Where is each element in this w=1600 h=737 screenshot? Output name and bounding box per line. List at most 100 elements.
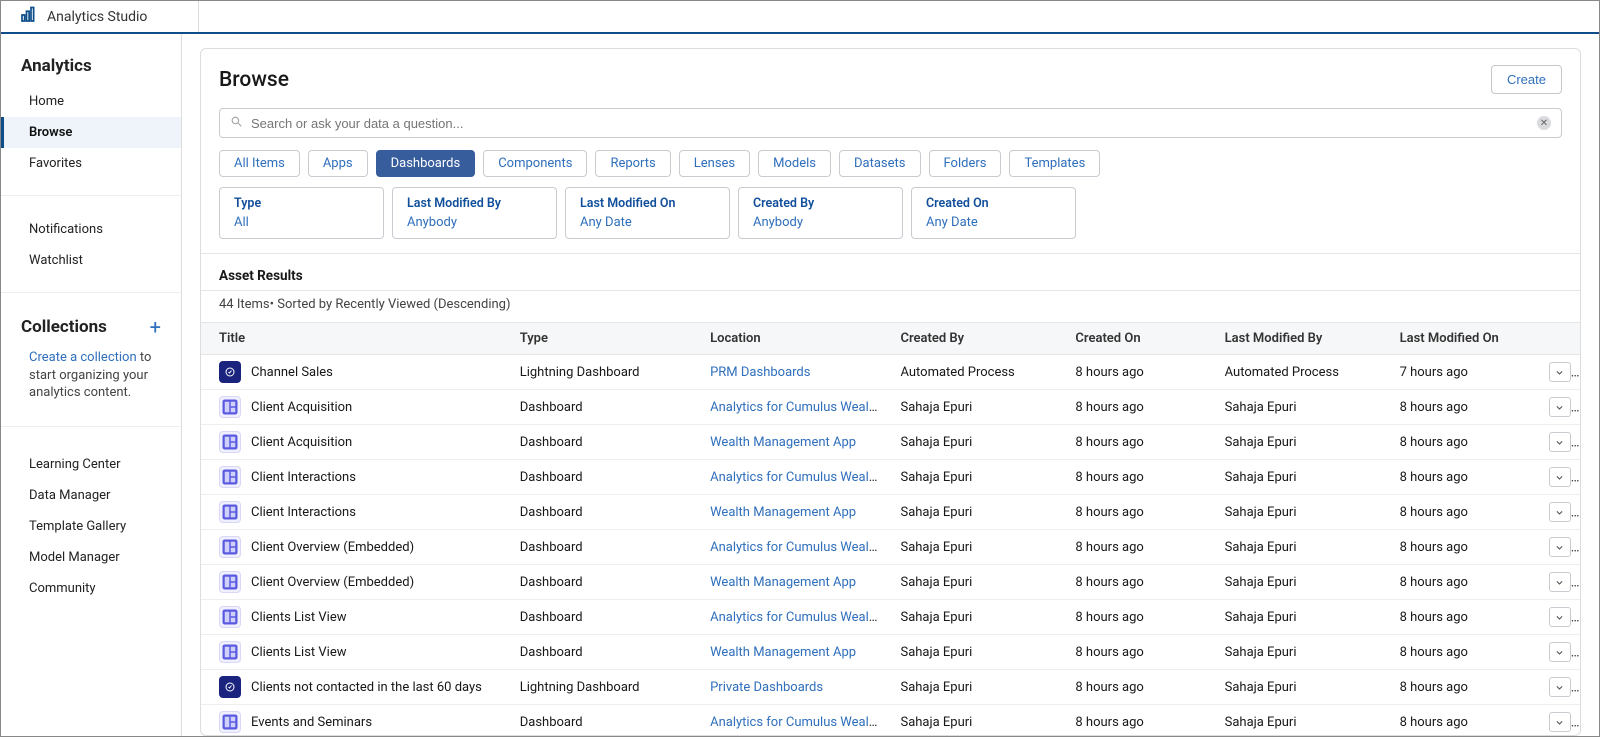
- row-actions-menu[interactable]: [1549, 432, 1571, 452]
- app-header: Analytics Studio: [1, 1, 1599, 34]
- filter-pill-components[interactable]: Components: [483, 150, 587, 177]
- search-icon: [230, 115, 251, 132]
- asset-results-header: Asset Results: [201, 254, 1580, 290]
- location-link[interactable]: Analytics for Cumulus Wealt...: [710, 610, 883, 625]
- dashboard-icon: [219, 641, 241, 663]
- row-actions-menu[interactable]: [1549, 467, 1571, 487]
- filter-pill-datasets[interactable]: Datasets: [839, 150, 921, 177]
- results-summary: 44 Items• Sorted by Recently Viewed (Des…: [201, 291, 1580, 322]
- row-actions-menu[interactable]: [1549, 607, 1571, 627]
- add-collection-icon[interactable]: +: [150, 315, 161, 339]
- dashboard-icon: [219, 606, 241, 628]
- location-link[interactable]: Wealth Management App: [710, 435, 856, 450]
- filter-pill-lenses[interactable]: Lenses: [679, 150, 750, 177]
- row-title: Clients not contacted in the last 60 day…: [251, 680, 482, 695]
- table-row[interactable]: Clients List ViewDashboardWealth Managem…: [201, 635, 1580, 670]
- location-link[interactable]: Wealth Management App: [710, 505, 856, 520]
- table-row[interactable]: Client AcquisitionDashboardWealth Manage…: [201, 425, 1580, 460]
- facet-created-by[interactable]: Created ByAnybody: [738, 187, 903, 239]
- sidebar-item-browse[interactable]: Browse: [1, 117, 181, 148]
- table-row[interactable]: Client Overview (Embedded)DashboardAnaly…: [201, 530, 1580, 565]
- sidebar-item-community[interactable]: Community: [1, 573, 181, 604]
- row-title: Client Interactions: [251, 470, 356, 485]
- filter-tabs: All Items Apps Dashboards Components Reports…: [201, 150, 1580, 187]
- location-link[interactable]: Analytics for Cumulus Wealt...: [710, 540, 883, 555]
- row-title: Client Acquisition: [251, 435, 352, 450]
- sidebar-item-home[interactable]: Home: [1, 86, 181, 117]
- facet-type[interactable]: TypeAll: [219, 187, 384, 239]
- table-row[interactable]: Client InteractionsDashboardAnalytics fo…: [201, 460, 1580, 495]
- results-table: TitleTypeLocationCreated ByCreated OnLas…: [201, 322, 1580, 735]
- row-title: Client Overview (Embedded): [251, 540, 414, 555]
- column-header-title[interactable]: Title: [201, 323, 510, 355]
- row-title: Events and Seminars: [251, 715, 372, 730]
- row-actions-menu[interactable]: [1549, 572, 1571, 592]
- column-header-type[interactable]: Type: [510, 323, 700, 355]
- row-actions-menu[interactable]: [1549, 642, 1571, 662]
- row-actions-menu[interactable]: [1549, 362, 1571, 382]
- row-title: Client Overview (Embedded): [251, 575, 414, 590]
- row-title: Clients List View: [251, 645, 347, 660]
- location-link[interactable]: Analytics for Cumulus Wealt...: [710, 400, 883, 415]
- dashboard-icon: [219, 571, 241, 593]
- dashboard-icon: [219, 396, 241, 418]
- row-actions-menu[interactable]: [1549, 397, 1571, 417]
- sidebar-item-notifications[interactable]: Notifications: [1, 214, 181, 245]
- page-title: Browse: [219, 68, 289, 92]
- location-link[interactable]: PRM Dashboards: [710, 365, 810, 380]
- table-row[interactable]: Client Overview (Embedded)DashboardWealt…: [201, 565, 1580, 600]
- column-header-last-modified-on[interactable]: Last Modified On: [1390, 323, 1539, 355]
- app-logo[interactable]: Analytics Studio: [19, 6, 147, 28]
- dashboard-icon: [219, 711, 241, 733]
- facet-last-modified-by[interactable]: Last Modified ByAnybody: [392, 187, 557, 239]
- location-link[interactable]: Wealth Management App: [710, 575, 856, 590]
- location-link[interactable]: Analytics for Cumulus Wealt...: [710, 470, 883, 485]
- search-box[interactable]: ✕: [219, 108, 1562, 138]
- filter-pill-models[interactable]: Models: [758, 150, 831, 177]
- row-actions-menu[interactable]: [1549, 537, 1571, 557]
- collections-description: Create a collection to start organizing …: [1, 349, 181, 410]
- row-title: Client Acquisition: [251, 400, 352, 415]
- clear-search-icon[interactable]: ✕: [1537, 116, 1551, 130]
- sidebar-item-favorites[interactable]: Favorites: [1, 148, 181, 179]
- column-header-location[interactable]: Location: [700, 323, 890, 355]
- sidebar-header-analytics: Analytics: [1, 52, 181, 86]
- table-row[interactable]: Clients not contacted in the last 60 day…: [201, 670, 1580, 705]
- dashboard-icon: [219, 536, 241, 558]
- column-header-created-on[interactable]: Created On: [1065, 323, 1214, 355]
- location-link[interactable]: Private Dashboards: [710, 680, 823, 695]
- filter-pill-templates[interactable]: Templates: [1009, 150, 1100, 177]
- search-input[interactable]: [251, 116, 1537, 131]
- row-actions-menu[interactable]: [1549, 712, 1571, 732]
- create-button[interactable]: Create: [1491, 65, 1562, 94]
- lightning-dashboard-icon: [219, 676, 241, 698]
- sidebar-item-template-gallery[interactable]: Template Gallery: [1, 511, 181, 542]
- create-collection-link[interactable]: Create a collection: [29, 350, 137, 365]
- facet-created-on[interactable]: Created OnAny Date: [911, 187, 1076, 239]
- filter-pill-all-items[interactable]: All Items: [219, 150, 300, 177]
- location-link[interactable]: Wealth Management App: [710, 645, 856, 660]
- filter-pill-reports[interactable]: Reports: [595, 150, 670, 177]
- table-row[interactable]: Events and SeminarsDashboardAnalytics fo…: [201, 705, 1580, 736]
- facet-last-modified-on[interactable]: Last Modified OnAny Date: [565, 187, 730, 239]
- filter-pill-folders[interactable]: Folders: [929, 150, 1002, 177]
- column-header-last-modified-by[interactable]: Last Modified By: [1215, 323, 1390, 355]
- row-actions-menu[interactable]: [1549, 502, 1571, 522]
- sidebar-header-collections: Collections +: [1, 311, 181, 349]
- row-title: Client Interactions: [251, 505, 356, 520]
- table-row[interactable]: Clients List ViewDashboardAnalytics for …: [201, 600, 1580, 635]
- filter-pill-dashboards[interactable]: Dashboards: [376, 150, 476, 177]
- sidebar-item-model-manager[interactable]: Model Manager: [1, 542, 181, 573]
- sidebar-item-watchlist[interactable]: Watchlist: [1, 245, 181, 276]
- table-row[interactable]: Client InteractionsDashboardWealth Manag…: [201, 495, 1580, 530]
- filter-pill-apps[interactable]: Apps: [308, 150, 368, 177]
- table-row[interactable]: Channel SalesLightning DashboardPRM Dash…: [201, 355, 1580, 390]
- sidebar-item-data-manager[interactable]: Data Manager: [1, 480, 181, 511]
- column-header-created-by[interactable]: Created By: [890, 323, 1065, 355]
- app-title: Analytics Studio: [47, 9, 147, 25]
- row-actions-menu[interactable]: [1549, 677, 1571, 697]
- location-link[interactable]: Analytics for Cumulus Wealt...: [710, 715, 883, 730]
- analytics-logo-icon: [19, 6, 37, 28]
- sidebar-item-learning-center[interactable]: Learning Center: [1, 449, 181, 480]
- table-row[interactable]: Client AcquisitionDashboardAnalytics for…: [201, 390, 1580, 425]
